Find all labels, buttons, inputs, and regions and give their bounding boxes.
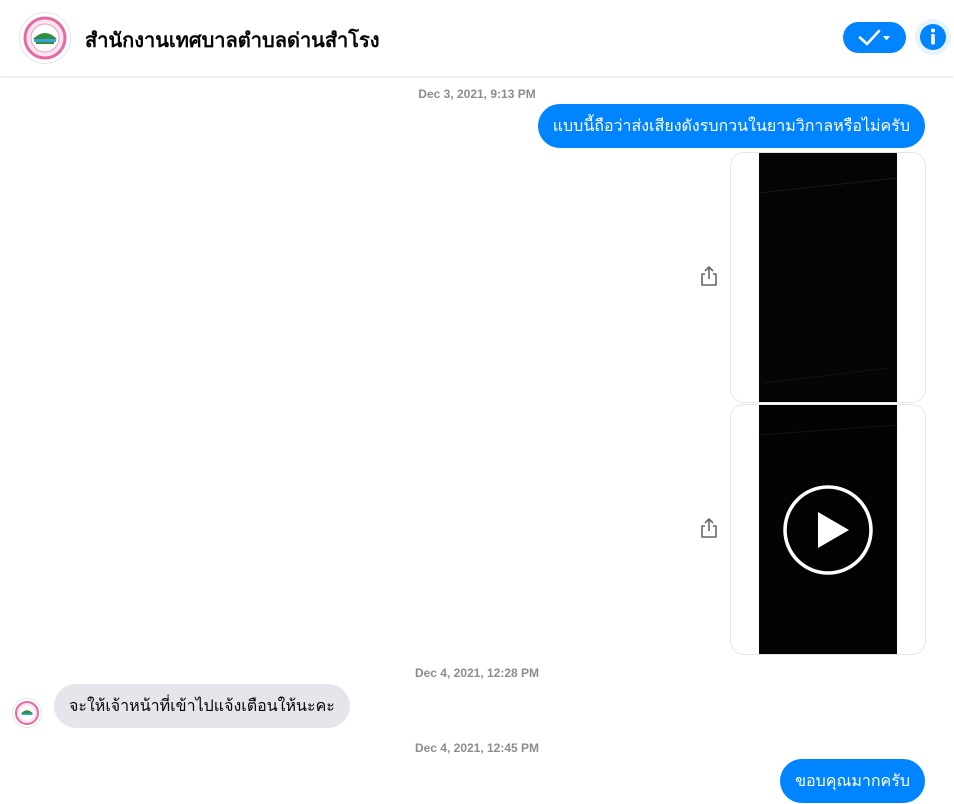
video-attachment[interactable] (730, 404, 926, 655)
message-timestamp: Dec 4, 2021, 12:45 PM (414, 741, 540, 755)
share-icon[interactable] (699, 517, 719, 539)
page-avatar[interactable] (19, 12, 71, 64)
chat-header: สำนักงานเทศบาลตำบลด่านสำโรง (0, 0, 954, 76)
media-attachment[interactable] (730, 152, 926, 403)
sender-avatar[interactable] (12, 698, 42, 728)
check-dropdown-icon (858, 29, 890, 46)
municipality-logo-icon (15, 701, 39, 725)
outgoing-message[interactable]: ขอบคุณมากครับ (780, 759, 925, 803)
page-title: สำนักงานเทศบาลตำบลด่านสำโรง (85, 28, 380, 52)
municipality-logo-icon (23, 16, 67, 60)
info-button[interactable] (915, 19, 951, 55)
outgoing-message[interactable]: แบบนี้ถือว่าส่งเสียงดังรบกวนในยามวิกาลหร… (537, 104, 925, 148)
media-thumbnail (758, 153, 898, 402)
message-timestamp: Dec 4, 2021, 12:28 PM (414, 666, 540, 680)
incoming-message[interactable]: จะให้เจ้าหน้าที่เข้าไปแจ้งเตือนให้นะคะ (54, 684, 350, 728)
share-icon[interactable] (699, 265, 719, 287)
play-icon[interactable] (783, 485, 873, 575)
info-icon (920, 24, 946, 50)
mark-status-button[interactable] (843, 22, 906, 53)
message-timestamp: Dec 3, 2021, 9:13 PM (418, 87, 536, 101)
